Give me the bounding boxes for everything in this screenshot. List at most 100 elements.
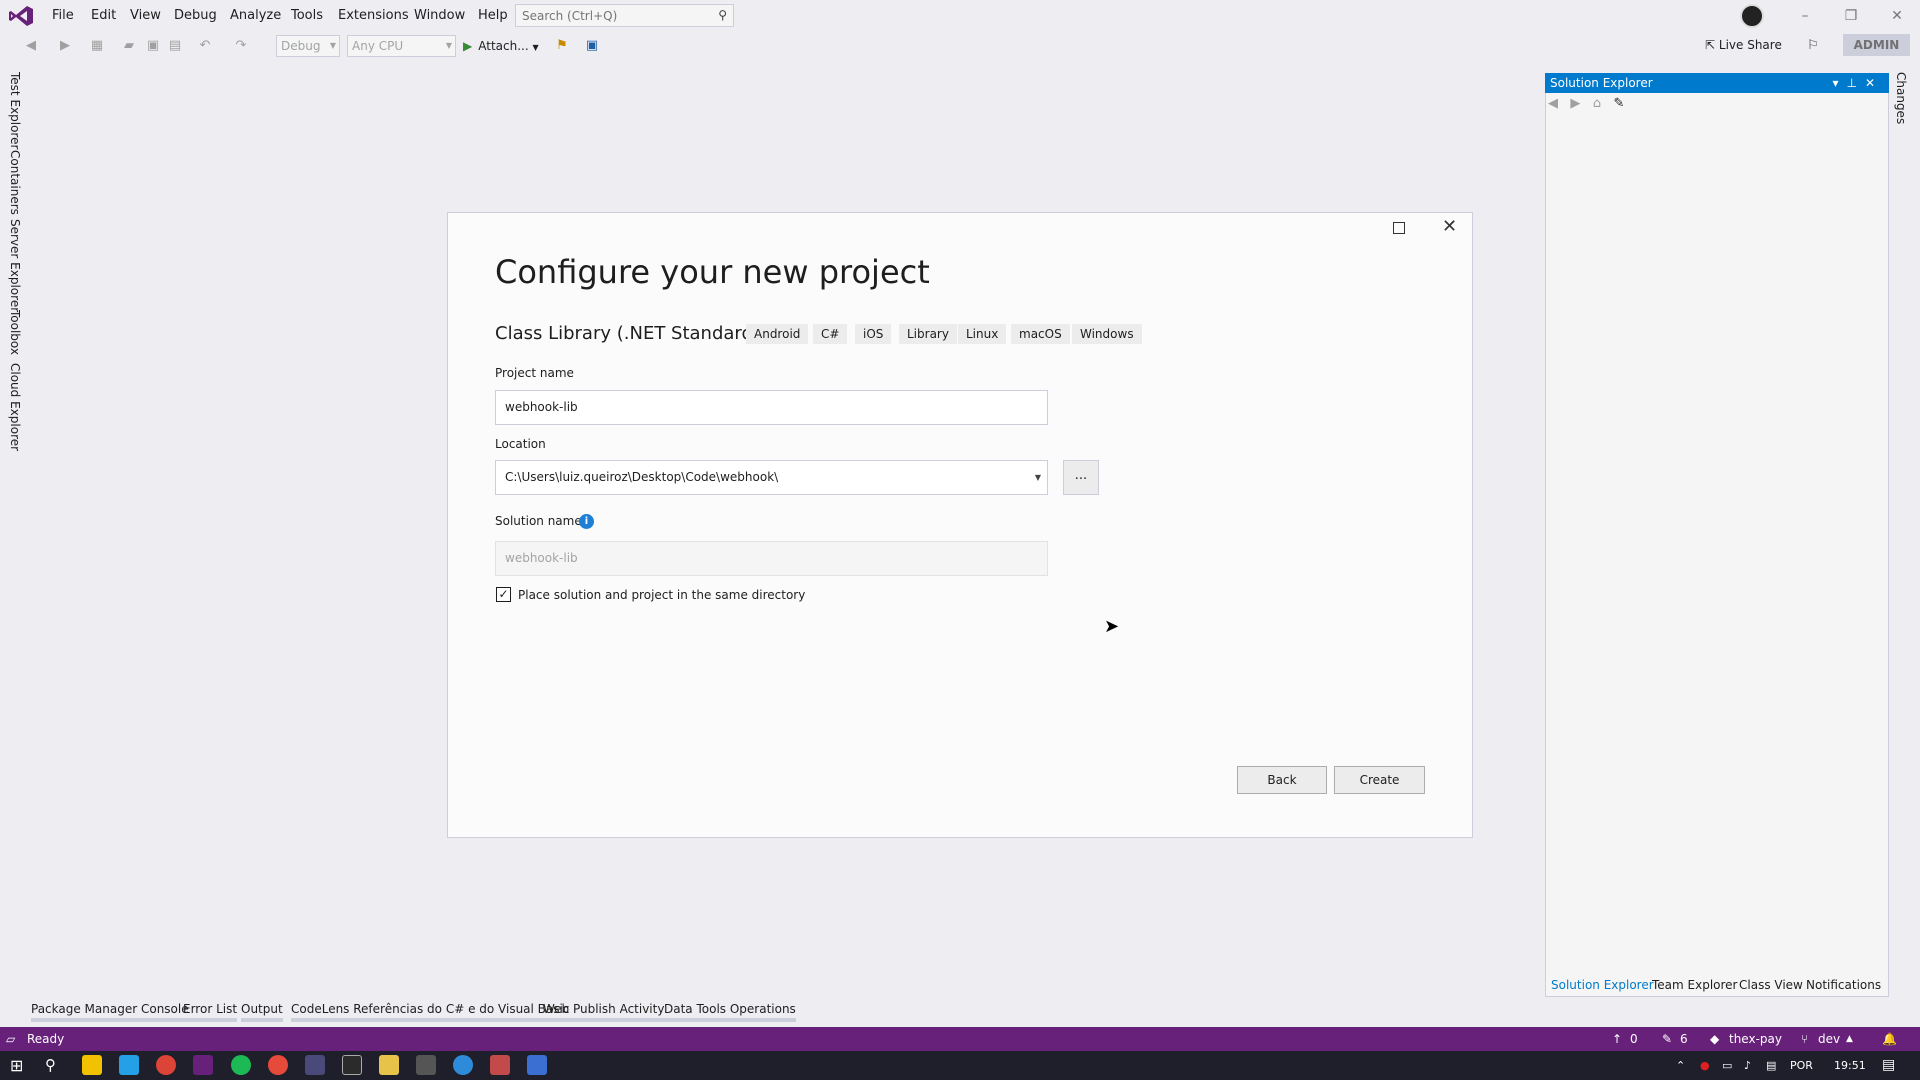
platform-select[interactable]: Any CPU ▼: [347, 35, 456, 57]
close-icon[interactable]: ✕: [1865, 76, 1883, 90]
search-box[interactable]: ⚲: [515, 4, 734, 27]
tab-solution-explorer[interactable]: Solution Explorer: [1551, 978, 1654, 992]
chrome-icon[interactable]: [156, 1055, 176, 1075]
language-indicator[interactable]: POR: [1790, 1051, 1813, 1080]
live-share-button[interactable]: ⇱ Live Share: [1705, 38, 1782, 52]
volume-icon[interactable]: ♪: [1744, 1051, 1751, 1080]
find-icon[interactable]: ⚑: [553, 37, 571, 55]
create-button[interactable]: Create: [1334, 766, 1425, 794]
menu-help[interactable]: Help: [470, 0, 516, 32]
tab-toolbox[interactable]: Toolbox: [5, 310, 25, 355]
attach-button[interactable]: ▶ Attach... ▼: [463, 36, 539, 56]
notification-bell-icon[interactable]: 🔔: [1882, 1027, 1897, 1051]
open-file-icon[interactable]: ▰: [120, 37, 138, 55]
tab-server-explorer[interactable]: Server Explorer: [5, 219, 25, 312]
admin-badge[interactable]: ADMIN: [1843, 34, 1910, 56]
forward-nav-icon[interactable]: ▶: [1570, 96, 1580, 111]
chevron-down-icon[interactable]: ▾: [1832, 76, 1846, 90]
save-icon[interactable]: ▣: [144, 37, 162, 55]
properties-icon[interactable]: ✎: [1613, 96, 1624, 111]
action-center-icon[interactable]: ▤: [1882, 1051, 1895, 1080]
search-input[interactable]: [516, 5, 706, 26]
same-directory-checkbox[interactable]: ✓: [496, 587, 511, 602]
zoom-icon[interactable]: [527, 1055, 547, 1075]
battery-icon[interactable]: ▭: [1722, 1051, 1732, 1080]
clock[interactable]: 19:51: [1834, 1051, 1866, 1080]
same-directory-label[interactable]: Place solution and project in the same d…: [518, 588, 805, 602]
tab-containers[interactable]: Containers: [5, 150, 25, 215]
home-icon[interactable]: ⌂: [1593, 96, 1601, 111]
chevron-up-icon[interactable]: ▲: [1846, 1027, 1853, 1051]
notes-icon[interactable]: [379, 1055, 399, 1075]
tab-notifications[interactable]: Notifications: [1806, 978, 1881, 992]
menu-analyze[interactable]: Analyze: [222, 0, 289, 32]
minimize-icon[interactable]: –: [1782, 0, 1828, 32]
file-explorer-icon[interactable]: [82, 1055, 102, 1075]
back-nav-icon[interactable]: ◀: [1548, 96, 1558, 111]
location-field[interactable]: ▼: [495, 460, 1048, 495]
cmd-icon[interactable]: [342, 1055, 362, 1075]
tab-package-manager-console[interactable]: Package Manager Console: [31, 1002, 189, 1022]
app-icon[interactable]: [490, 1055, 510, 1075]
back-button[interactable]: Back: [1237, 766, 1327, 794]
undo-icon[interactable]: ↶: [196, 37, 214, 55]
up-arrow-icon[interactable]: ↑: [1612, 1027, 1622, 1051]
close-icon[interactable]: ✕: [1442, 216, 1457, 237]
windows-start-icon[interactable]: ⊞: [10, 1051, 23, 1080]
browse-button[interactable]: ...: [1063, 460, 1099, 495]
pin-icon[interactable]: ⊥: [1846, 76, 1864, 90]
tab-output[interactable]: Output: [241, 1002, 283, 1022]
configuration-select[interactable]: Debug ▼: [276, 35, 340, 57]
vscode-icon[interactable]: [119, 1055, 139, 1075]
tab-class-view[interactable]: Class View: [1739, 978, 1803, 992]
avatar[interactable]: [1740, 4, 1764, 28]
tab-web-publish-activity[interactable]: Web Publish Activity: [543, 1002, 665, 1022]
tab-cloud-explorer[interactable]: Cloud Explorer: [5, 363, 25, 451]
search-icon[interactable]: ⚲: [45, 1051, 56, 1080]
forward-nav-icon[interactable]: ▶: [56, 37, 74, 55]
feedback-icon[interactable]: ⚐: [1804, 37, 1822, 55]
tab-error-list[interactable]: Error List: [183, 1002, 238, 1022]
chevron-down-icon[interactable]: ▼: [1035, 461, 1041, 494]
tab-codelens[interactable]: CodeLens Referências do C# e do Visual B…: [291, 1002, 570, 1022]
record-icon[interactable]: ●: [1700, 1051, 1710, 1080]
branch-name[interactable]: dev: [1818, 1027, 1840, 1051]
menu-view[interactable]: View: [122, 0, 169, 32]
app-icon[interactable]: [453, 1055, 473, 1075]
changes-count[interactable]: 6: [1680, 1027, 1688, 1051]
terminal-icon[interactable]: [305, 1055, 325, 1075]
menu-file[interactable]: File: [44, 0, 82, 32]
repo-name[interactable]: thex-pay: [1729, 1027, 1782, 1051]
tab-data-tools-operations[interactable]: Data Tools Operations: [664, 1002, 796, 1022]
info-icon[interactable]: i: [579, 514, 594, 529]
chevron-up-icon[interactable]: ⌃: [1676, 1051, 1685, 1080]
repo-icon[interactable]: ◆: [1710, 1027, 1719, 1051]
screenshot-icon[interactable]: ▣: [583, 37, 601, 55]
postman-icon[interactable]: [268, 1055, 288, 1075]
search-icon[interactable]: ⚲: [718, 8, 727, 22]
restore-icon[interactable]: ❐: [1828, 0, 1874, 32]
tab-test-explorer[interactable]: Test Explorer: [5, 72, 25, 149]
menu-debug[interactable]: Debug: [166, 0, 225, 32]
project-name-field[interactable]: [495, 390, 1048, 425]
tab-team-explorer[interactable]: Team Explorer: [1652, 978, 1738, 992]
visual-studio-icon[interactable]: [193, 1055, 213, 1075]
project-name-input[interactable]: [505, 400, 1025, 414]
maximize-icon[interactable]: [1393, 222, 1405, 234]
menu-extensions[interactable]: Extensions: [330, 0, 417, 32]
spotify-icon[interactable]: [231, 1055, 251, 1075]
app-icon[interactable]: [416, 1055, 436, 1075]
network-icon[interactable]: ▤: [1766, 1051, 1776, 1080]
close-icon[interactable]: ✕: [1874, 0, 1920, 32]
save-all-icon[interactable]: ▤: [166, 37, 184, 55]
branch-icon[interactable]: ⑂: [1801, 1027, 1808, 1051]
unpushed-count[interactable]: 0: [1630, 1027, 1638, 1051]
new-project-icon[interactable]: ▦: [88, 37, 106, 55]
pencil-icon[interactable]: ✎: [1662, 1027, 1672, 1051]
location-input[interactable]: [505, 470, 1025, 484]
menu-edit[interactable]: Edit: [83, 0, 124, 32]
tab-changes[interactable]: Changes: [1894, 72, 1908, 124]
redo-icon[interactable]: ↷: [232, 37, 250, 55]
menu-window[interactable]: Window: [406, 0, 473, 32]
menu-tools[interactable]: Tools: [283, 0, 331, 32]
